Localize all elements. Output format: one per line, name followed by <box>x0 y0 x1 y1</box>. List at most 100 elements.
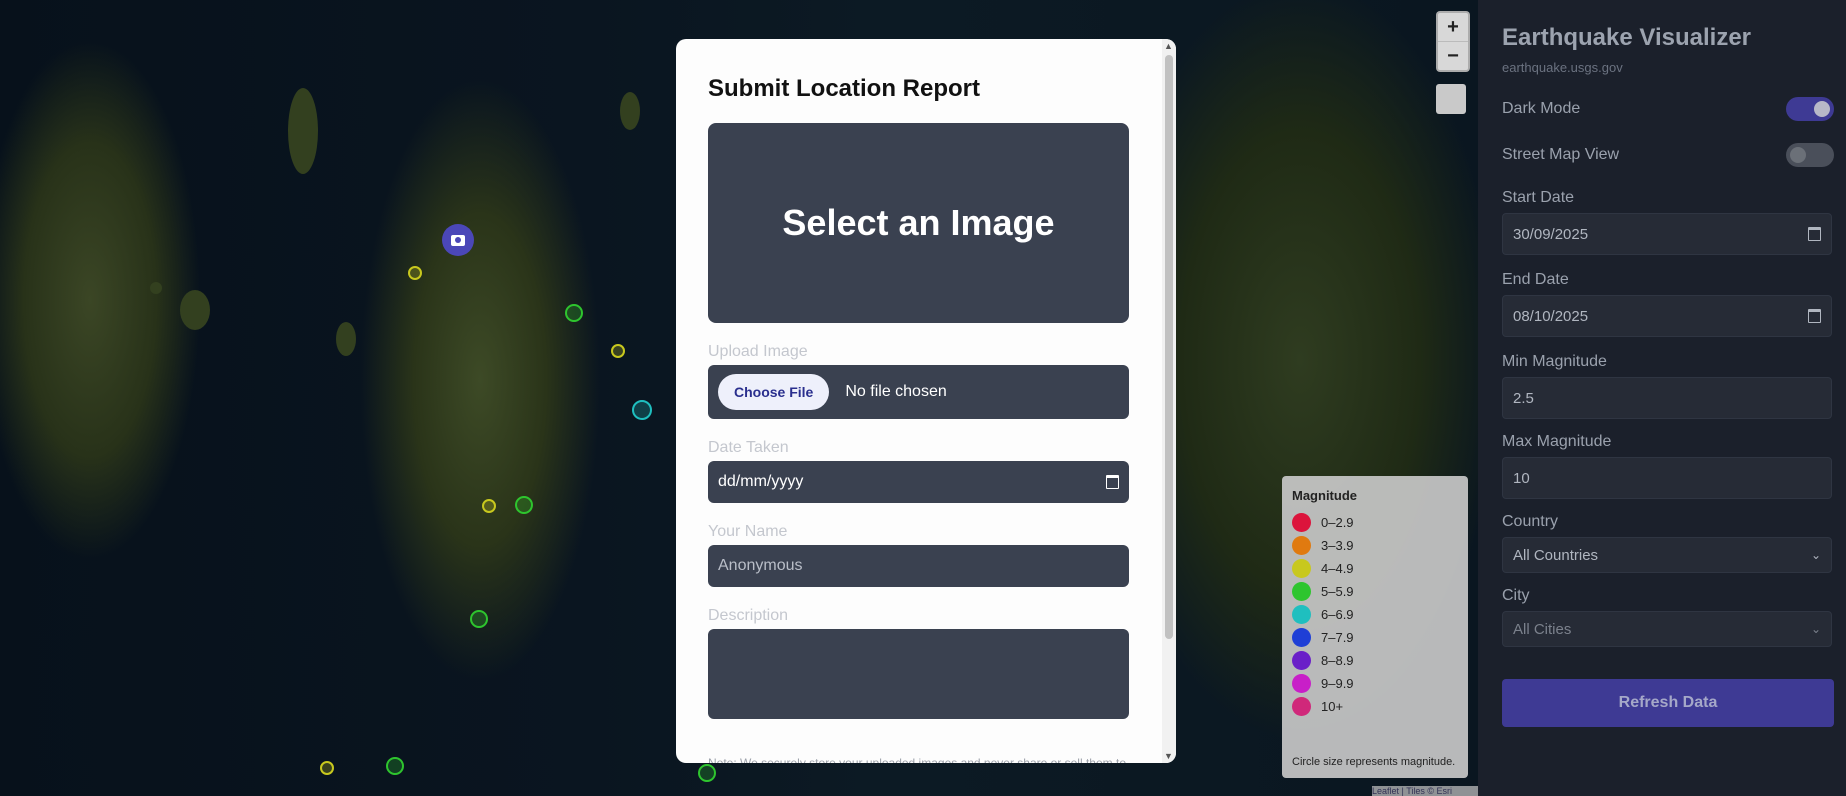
island <box>288 88 318 174</box>
calendar-icon[interactable] <box>1808 227 1821 241</box>
earthquake-marker[interactable] <box>611 344 625 358</box>
image-preview[interactable]: Select an Image <box>708 123 1129 323</box>
legend-item-label: 6–6.9 <box>1321 607 1354 622</box>
min-magnitude-value: 2.5 <box>1513 389 1534 407</box>
name-field[interactable]: Anonymous <box>708 545 1129 587</box>
date-taken-label: Date Taken <box>708 439 789 456</box>
dark-mode-row: Dark Mode <box>1502 95 1834 123</box>
modal-content: Submit Location Report Select an Image U… <box>708 39 1130 763</box>
max-magnitude-label: Max Magnitude <box>1502 433 1612 450</box>
earthquake-marker[interactable] <box>515 496 533 514</box>
scrollbar-thumb[interactable] <box>1165 55 1173 639</box>
island <box>150 282 162 294</box>
country-select[interactable]: All Countries ⌄ <box>1502 537 1832 573</box>
earthquake-marker[interactable] <box>320 761 334 775</box>
description-label: Description <box>708 607 789 624</box>
legend-color-swatch <box>1292 628 1311 647</box>
earthquake-marker[interactable] <box>482 499 496 513</box>
legend-color-swatch <box>1292 582 1311 601</box>
start-date-field[interactable]: 30/09/2025 <box>1502 213 1832 255</box>
legend-item: 4–4.9 <box>1292 557 1458 580</box>
street-map-toggle[interactable] <box>1786 143 1834 167</box>
privacy-note: Note: We securely store your uploaded im… <box>708 756 1126 763</box>
legend-item: 6–6.9 <box>1292 603 1458 626</box>
end-date-field[interactable]: 08/10/2025 <box>1502 295 1832 337</box>
app-subtitle: earthquake.usgs.gov <box>1502 60 1623 75</box>
min-magnitude-field[interactable]: 2.5 <box>1502 377 1832 419</box>
your-name-label: Your Name <box>708 523 788 540</box>
calendar-icon[interactable] <box>1106 475 1119 489</box>
city-value: All Cities <box>1513 620 1572 638</box>
earthquake-marker[interactable] <box>408 266 422 280</box>
legend-item-label: 8–8.9 <box>1321 653 1354 668</box>
file-status: No file chosen <box>845 383 947 400</box>
min-magnitude-label: Min Magnitude <box>1502 353 1607 370</box>
start-date-value: 30/09/2025 <box>1513 225 1589 243</box>
max-magnitude-value: 10 <box>1513 469 1530 487</box>
country-value: All Countries <box>1513 546 1599 564</box>
location-report-modal: Submit Location Report Select an Image U… <box>676 39 1176 763</box>
earthquake-marker[interactable] <box>565 304 583 322</box>
earthquake-marker[interactable] <box>698 764 716 782</box>
date-taken-field[interactable]: dd/mm/yyyy <box>708 461 1129 503</box>
legend-color-swatch <box>1292 697 1311 716</box>
legend-item-label: 7–7.9 <box>1321 630 1354 645</box>
dark-mode-toggle[interactable] <box>1786 97 1834 121</box>
date-taken-placeholder: dd/mm/yyyy <box>718 473 804 490</box>
magnitude-legend: Magnitude 0–2.9 3–3.9 4–4.9 5–5.9 6–6.9 7–7.9… <box>1282 476 1468 778</box>
app-title: Earthquake Visualizer <box>1502 24 1751 51</box>
name-placeholder: Anonymous <box>718 557 803 574</box>
legend-item: 10+ <box>1292 695 1458 718</box>
photo-report-marker[interactable] <box>442 224 474 256</box>
layers-button[interactable] <box>1436 84 1466 114</box>
modal-title: Submit Location Report <box>708 75 980 102</box>
scroll-up-icon[interactable]: ▲ <box>1164 41 1173 51</box>
street-map-label: Street Map View <box>1502 146 1620 163</box>
legend-item: 3–3.9 <box>1292 534 1458 557</box>
upload-image-label: Upload Image <box>708 343 808 360</box>
refresh-data-button[interactable]: Refresh Data <box>1502 679 1834 727</box>
legend-color-swatch <box>1292 513 1311 532</box>
city-select[interactable]: All Cities ⌄ <box>1502 611 1832 647</box>
legend-item-label: 4–4.9 <box>1321 561 1354 576</box>
legend-item-label: 3–3.9 <box>1321 538 1354 553</box>
start-date-label: Start Date <box>1502 189 1575 206</box>
legend-color-swatch <box>1292 651 1311 670</box>
chevron-down-icon: ⌄ <box>1810 622 1821 636</box>
description-field[interactable] <box>708 629 1129 719</box>
legend-color-swatch <box>1292 536 1311 555</box>
legend-color-swatch <box>1292 559 1311 578</box>
calendar-icon[interactable] <box>1808 309 1821 323</box>
sidebar: Earthquake Visualizer earthquake.usgs.go… <box>1478 0 1846 796</box>
island <box>180 290 210 330</box>
street-map-row: Street Map View <box>1502 141 1834 169</box>
legend-item: 9–9.9 <box>1292 672 1458 695</box>
modal-scrollbar[interactable]: ▲ ▼ <box>1162 39 1176 763</box>
legend-color-swatch <box>1292 605 1311 624</box>
legend-title: Magnitude <box>1292 488 1357 503</box>
earthquake-marker[interactable] <box>386 757 404 775</box>
dark-mode-label: Dark Mode <box>1502 100 1581 117</box>
chevron-down-icon: ⌄ <box>1810 548 1821 562</box>
end-date-label: End Date <box>1502 271 1569 288</box>
legend-item: 7–7.9 <box>1292 626 1458 649</box>
legend-item-label: 10+ <box>1321 699 1344 714</box>
legend-item-label: 5–5.9 <box>1321 584 1354 599</box>
island <box>336 322 356 356</box>
country-label: Country <box>1502 513 1559 530</box>
legend-item-label: 0–2.9 <box>1321 515 1354 530</box>
legend-item: 5–5.9 <box>1292 580 1458 603</box>
earthquake-marker[interactable] <box>632 400 652 420</box>
city-label: City <box>1502 587 1530 604</box>
zoom-out-button[interactable]: − <box>1438 41 1468 70</box>
scroll-down-icon[interactable]: ▼ <box>1164 751 1173 761</box>
earthquake-marker[interactable] <box>470 610 488 628</box>
map-attribution[interactable]: Leaflet | Tiles © Esri <box>1372 786 1478 796</box>
file-input[interactable]: Choose File No file chosen <box>708 365 1129 419</box>
max-magnitude-field[interactable]: 10 <box>1502 457 1832 499</box>
legend-item: 8–8.9 <box>1292 649 1458 672</box>
zoom-in-button[interactable]: + <box>1438 13 1468 41</box>
choose-file-button[interactable]: Choose File <box>718 374 830 410</box>
legend-color-swatch <box>1292 674 1311 693</box>
island <box>620 92 640 130</box>
